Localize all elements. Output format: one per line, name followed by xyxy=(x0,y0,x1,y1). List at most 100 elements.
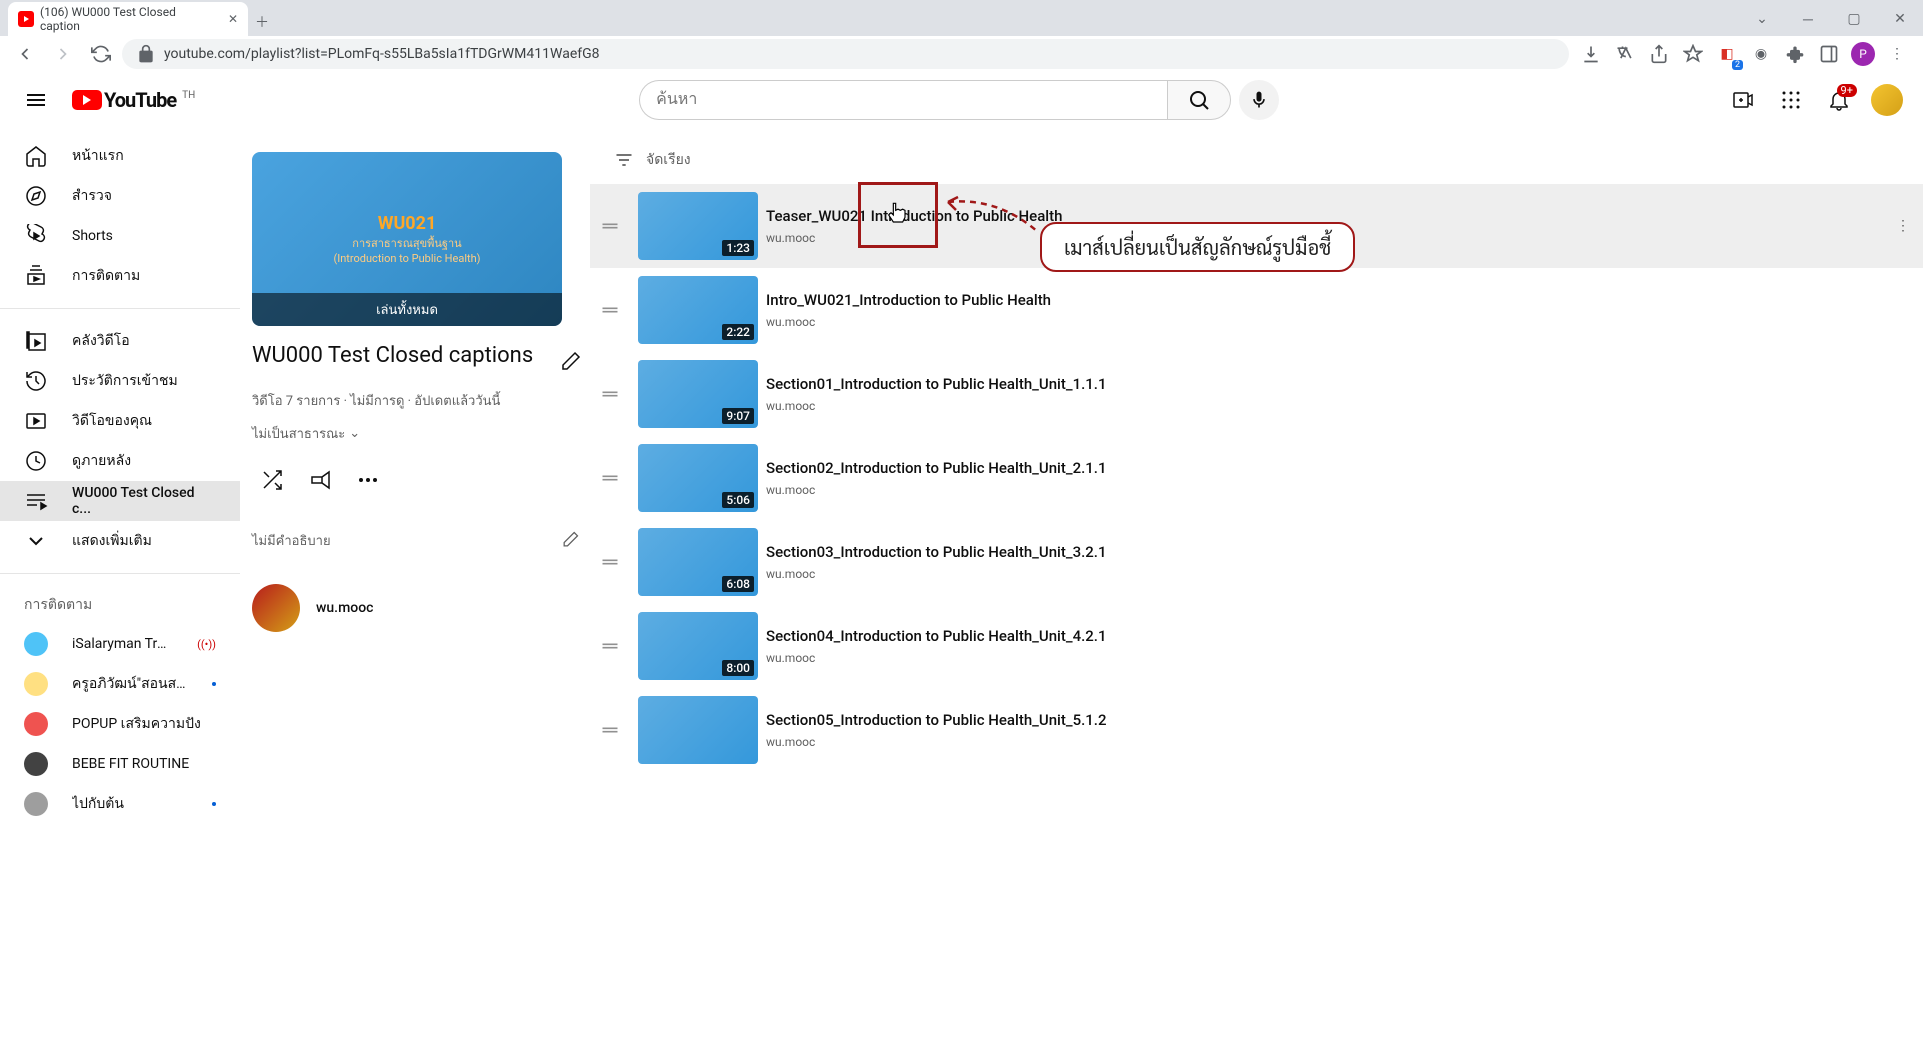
video-channel: wu.mooc xyxy=(766,735,1899,749)
playlist-icon xyxy=(24,489,48,513)
chevron-down-icon[interactable]: ⌄ xyxy=(1739,2,1785,36)
edit-description-button[interactable] xyxy=(550,520,590,560)
apps-grid-icon[interactable] xyxy=(1771,80,1811,120)
sidebar-item-subscriptions[interactable]: การติดตาม xyxy=(0,256,240,296)
edit-title-button[interactable] xyxy=(550,342,590,382)
playlist-video-row[interactable]: Section05_Introduction to Public Health_… xyxy=(590,688,1923,772)
drag-handle-icon[interactable] xyxy=(590,636,630,656)
translate-icon[interactable] xyxy=(1611,40,1639,68)
playlist-video-row[interactable]: 5:06Section02_Introduction to Public Hea… xyxy=(590,436,1923,520)
library-icon xyxy=(24,329,48,353)
video-title: Section04_Introduction to Public Health_… xyxy=(766,627,1899,647)
back-button[interactable] xyxy=(8,37,42,71)
video-thumbnail xyxy=(638,696,758,764)
tab-title: (106) WU000 Test Closed caption xyxy=(40,5,216,33)
youtube-region: TH xyxy=(182,90,195,101)
shuffle-button[interactable] xyxy=(252,460,292,500)
drag-handle-icon[interactable] xyxy=(590,720,630,740)
drag-handle-icon[interactable] xyxy=(590,216,630,236)
share-icon[interactable] xyxy=(1645,40,1673,68)
sidebar-item-shorts[interactable]: Shorts xyxy=(0,216,240,256)
channel-avatar xyxy=(24,752,48,776)
close-tab-icon[interactable]: ✕ xyxy=(228,12,238,26)
lens-icon[interactable]: ◉ xyxy=(1747,40,1775,68)
star-icon[interactable] xyxy=(1679,40,1707,68)
playlist-video-row[interactable]: 9:07Section01_Introduction to Public Hea… xyxy=(590,352,1923,436)
account-avatar[interactable] xyxy=(1867,80,1907,120)
youtube-logo-mark xyxy=(72,90,102,110)
new-content-dot xyxy=(212,802,216,806)
video-thumbnail: 1:23 xyxy=(638,192,758,260)
live-indicator: ((•)) xyxy=(197,638,216,651)
sidebar-item-your-videos[interactable]: วิดีโอของคุณ xyxy=(0,401,240,441)
owner-avatar xyxy=(252,584,300,632)
playlist-meta: วิดีโอ 7 รายการ · ไม่มีการดู · อัปเดตแล้… xyxy=(252,390,590,411)
close-window-button[interactable]: ✕ xyxy=(1877,2,1923,36)
sidebar-item-watch-later[interactable]: ดูภายหลัง xyxy=(0,441,240,481)
sidebar-item-home[interactable]: หน้าแรก xyxy=(0,136,240,176)
playlist-video-row[interactable]: 8:00Section04_Introduction to Public Hea… xyxy=(590,604,1923,688)
youtube-logo[interactable]: YouTube TH xyxy=(72,88,195,112)
new-tab-button[interactable]: ＋ xyxy=(248,8,276,36)
puzzle-icon[interactable] xyxy=(1781,40,1809,68)
sidebar-item-label: สำรวจ xyxy=(72,185,112,207)
reload-button[interactable] xyxy=(84,37,118,71)
share-button[interactable] xyxy=(300,460,340,500)
browser-tab[interactable]: (106) WU000 Test Closed caption ✕ xyxy=(8,2,248,36)
sidebar-item-library[interactable]: คลังวิดีโอ xyxy=(0,321,240,361)
drag-handle-icon[interactable] xyxy=(590,552,630,572)
drag-handle-icon[interactable] xyxy=(590,300,630,320)
play-all-label: เล่นทั้งหมด xyxy=(252,293,562,326)
subscription-channel[interactable]: ไปกับต้น xyxy=(0,784,240,824)
search-box xyxy=(639,80,1231,120)
channel-name: ไปกับต้น xyxy=(72,793,188,815)
playlist-video-row[interactable]: 6:08Section03_Introduction to Public Hea… xyxy=(590,520,1923,604)
owner-name: wu.mooc xyxy=(316,600,373,616)
more-actions-button[interactable] xyxy=(348,460,388,500)
subscription-channel[interactable]: iSalaryman Trader((•)) xyxy=(0,624,240,664)
privacy-dropdown[interactable]: ไม่เป็นสาธารณะ⌄ xyxy=(252,423,590,444)
sidebar-item-history[interactable]: ประวัติการเข้าชม xyxy=(0,361,240,401)
sidebar-item-compass[interactable]: สำรวจ xyxy=(0,176,240,216)
drag-handle-icon[interactable] xyxy=(590,468,630,488)
extension-icons: ◧2 ◉ P ⋮ xyxy=(1573,40,1915,68)
video-menu-button[interactable]: ⋮ xyxy=(1883,218,1923,234)
video-channel: wu.mooc xyxy=(766,399,1899,413)
kebab-menu-icon[interactable]: ⋮ xyxy=(1883,40,1911,68)
voice-search-button[interactable] xyxy=(1239,80,1279,120)
video-thumbnail: 9:07 xyxy=(638,360,758,428)
forward-button[interactable] xyxy=(46,37,80,71)
drag-handle-icon[interactable] xyxy=(590,384,630,404)
playlist-owner[interactable]: wu.mooc xyxy=(252,584,590,632)
lock-icon xyxy=(136,44,156,64)
video-duration: 9:07 xyxy=(722,408,754,424)
maximize-button[interactable]: ▢ xyxy=(1831,2,1877,36)
side-panel-icon[interactable] xyxy=(1815,40,1843,68)
subscription-channel[interactable]: POPUP เสริมความปัง xyxy=(0,704,240,744)
playlist-title: WU000 Test Closed captions xyxy=(252,342,542,371)
search-input[interactable] xyxy=(639,80,1167,120)
channel-avatar xyxy=(24,712,48,736)
sort-button[interactable]: จัดเรียง xyxy=(590,136,1923,184)
extension-badge-icon[interactable]: ◧2 xyxy=(1713,40,1741,68)
sidebar-item-playlist[interactable]: WU000 Test Closed c... xyxy=(0,481,240,521)
search-button[interactable] xyxy=(1167,80,1231,120)
hamburger-menu[interactable] xyxy=(16,80,56,120)
notifications-button[interactable]: 9+ xyxy=(1819,80,1859,120)
url-text: youtube.com/playlist?list=PLomFq-s55LBa5… xyxy=(164,46,600,62)
notification-badge: 9+ xyxy=(1837,84,1857,97)
playlist-video-row[interactable]: 2:22Intro_WU021_Introduction to Public H… xyxy=(590,268,1923,352)
profile-avatar[interactable]: P xyxy=(1849,40,1877,68)
create-button[interactable] xyxy=(1723,80,1763,120)
sidebar-item-chevron-down[interactable]: แสดงเพิ่มเติม xyxy=(0,521,240,561)
video-title: Section02_Introduction to Public Health_… xyxy=(766,459,1899,479)
video-channel: wu.mooc xyxy=(766,315,1899,329)
home-icon xyxy=(24,144,48,168)
subscription-channel[interactable]: ครูอภิวัฒน์"สอนสร้าง... xyxy=(0,664,240,704)
video-duration: 1:23 xyxy=(722,240,754,256)
url-input[interactable]: youtube.com/playlist?list=PLomFq-s55LBa5… xyxy=(122,39,1569,69)
subscription-channel[interactable]: BEBE FIT ROUTINE xyxy=(0,744,240,784)
playlist-thumbnail[interactable]: WU021 การสาธารณสุขพื้นฐาน (Introduction … xyxy=(252,152,562,326)
minimize-button[interactable]: ─ xyxy=(1785,2,1831,36)
download-icon[interactable] xyxy=(1577,40,1605,68)
